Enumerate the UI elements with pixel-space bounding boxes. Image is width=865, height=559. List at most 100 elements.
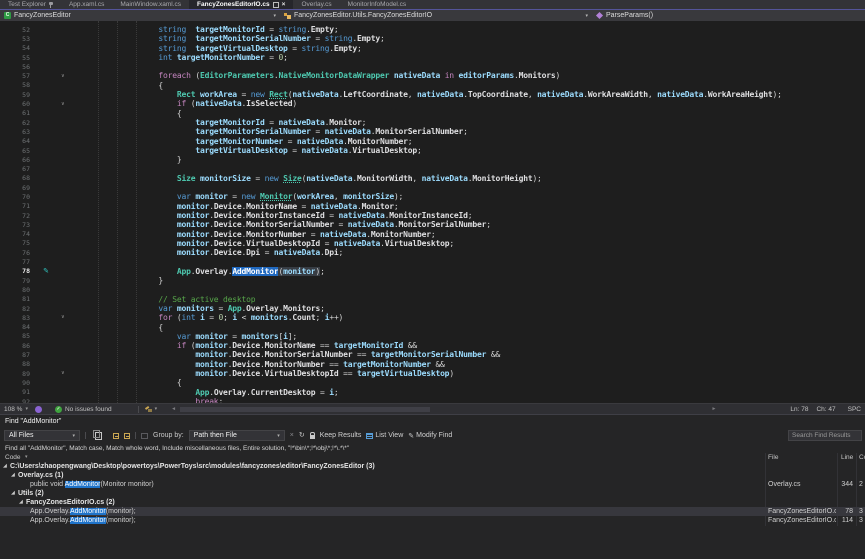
chevron-down-icon[interactable]: ▾ xyxy=(25,453,28,462)
modify-find-button[interactable]: ✎ Modify Find xyxy=(408,432,452,440)
fold-chevron-icon[interactable]: ∨ xyxy=(57,102,77,107)
fold-chevron-icon[interactable]: ∨ xyxy=(57,315,77,320)
code-line: 75 monitor.Device.VirtualDesktopId = nat… xyxy=(0,239,865,248)
document-tab-overlay-cs[interactable]: Overlay.cs xyxy=(293,0,339,9)
group-by-value: Path then File xyxy=(194,432,237,439)
code-text: Size monitorSize = new Size(nativeData.M… xyxy=(77,174,542,183)
result-group-row[interactable]: ◢C:\Users\zhaopengwang\Desktop\powertoys… xyxy=(0,462,865,471)
result-match-row[interactable]: public void AddMonitor(Monitor monitor)O… xyxy=(0,480,865,489)
chevron-down-icon[interactable]: ▾ xyxy=(273,13,276,19)
chevron-down-icon[interactable]: ▾ xyxy=(585,13,588,19)
line-number: 61 xyxy=(0,109,35,117)
document-health-icon[interactable] xyxy=(35,406,42,413)
tree-expanded-icon[interactable]: ◢ xyxy=(19,498,23,507)
code-text: foreach (EditorParameters.NativeMonitorD… xyxy=(77,71,560,80)
code-text: if (monitor.Device.MonitorName == target… xyxy=(77,341,417,350)
pin-icon[interactable] xyxy=(49,2,53,8)
document-tab-monitorinfomodel-cs[interactable]: MonitorInfoModel.cs xyxy=(340,0,415,9)
code-line: 53 string targetMonitorSerialNumber = st… xyxy=(0,34,865,43)
line-number: 67 xyxy=(0,165,35,173)
preserve-case-icon[interactable] xyxy=(141,433,148,439)
code-line: 60∨ if (nativeData.IsSelected) xyxy=(0,99,865,108)
horizontal-scrollbar[interactable] xyxy=(178,405,709,414)
line-number: 82 xyxy=(0,305,35,313)
divider xyxy=(85,432,86,439)
code-line: 79 } xyxy=(0,276,865,285)
scroll-right-icon[interactable]: ► xyxy=(711,406,716,412)
code-text: targetMonitorSerialNumber = nativeData.M… xyxy=(77,127,468,136)
find-summary: Find all "AddMonitor", Match case, Match… xyxy=(0,444,865,453)
member-dropdown[interactable]: ParseParams() xyxy=(592,10,865,21)
tab-label: Overlay.cs xyxy=(301,1,331,8)
scroll-left-icon[interactable]: ◄ xyxy=(171,406,176,412)
line-number: 91 xyxy=(0,388,35,396)
list-view-button[interactable]: List View xyxy=(366,432,403,439)
code-line: 58 { xyxy=(0,81,865,90)
line-number: 55 xyxy=(0,54,35,62)
clear-results-icon[interactable]: × xyxy=(290,432,294,439)
fold-chevron-icon[interactable]: ∨ xyxy=(57,74,77,79)
search-find-results-input[interactable] xyxy=(788,430,862,441)
document-tab-test-explorer[interactable]: Test Explorer xyxy=(0,0,61,9)
code-text: { xyxy=(77,81,163,90)
code-text: } xyxy=(77,276,163,285)
match-col: 3 xyxy=(859,516,865,525)
health-status[interactable]: No issues found xyxy=(65,406,112,413)
project-dropdown[interactable]: C FancyZonesEditor ▾ xyxy=(0,10,280,21)
column-header-file[interactable]: File xyxy=(768,453,778,462)
code-line: 74 monitor.Device.MonitorNumber = native… xyxy=(0,230,865,239)
result-group-row[interactable]: ◢Utils (2) xyxy=(0,489,865,498)
code-text: var monitors = App.Overlay.Monitors; xyxy=(77,304,325,313)
expand-all-icon[interactable] xyxy=(124,433,130,439)
result-match-row[interactable]: App.Overlay.AddMonitor(monitor);FancyZon… xyxy=(0,516,865,525)
zoom-level[interactable]: 108 % xyxy=(4,406,22,413)
tree-expanded-icon[interactable]: ◢ xyxy=(3,462,7,471)
code-text: var monitor = new Monitor(workArea, moni… xyxy=(77,192,403,201)
code-line: 57∨ foreach (EditorParameters.NativeMoni… xyxy=(0,71,865,80)
code-text: string targetMonitorId = string.Empty; xyxy=(77,25,339,34)
document-tab-mainwindow-xaml-cs[interactable]: MainWindow.xaml.cs xyxy=(112,0,189,9)
column-indicator: Ch: 47 xyxy=(816,406,835,413)
zoom-dropdown-icon[interactable]: ▾ xyxy=(25,406,28,412)
member-name: ParseParams() xyxy=(606,12,653,19)
collapse-all-icon[interactable] xyxy=(113,433,119,439)
document-tab-fancyzoneseditorio-cs[interactable]: FancyZonesEditorIO.cs× xyxy=(189,0,293,9)
code-line: 71 monitor.Device.MonitorName = nativeDa… xyxy=(0,202,865,211)
lock-icon[interactable] xyxy=(310,435,315,439)
tree-expanded-icon[interactable]: ◢ xyxy=(11,471,15,480)
match-highlight: AddMonitor xyxy=(70,517,106,524)
type-dropdown[interactable]: FancyZonesEditor.Utils.FancyZonesEditorI… xyxy=(280,10,592,21)
scope-dropdown[interactable]: All Files ▾ xyxy=(4,430,80,441)
code-cleanup-icon[interactable] xyxy=(145,407,152,412)
close-icon[interactable]: × xyxy=(282,2,286,8)
code-line: 64 targetMonitorNumber = nativeData.Moni… xyxy=(0,137,865,146)
line-number: 79 xyxy=(0,277,35,285)
column-header-code[interactable]: Code xyxy=(5,453,21,462)
keep-results-button[interactable]: Keep Results xyxy=(320,432,362,439)
document-tab-app-xaml-cs[interactable]: App.xaml.cs xyxy=(61,0,112,9)
tab-label: MonitorInfoModel.cs xyxy=(348,1,407,8)
code-cleanup-dropdown-icon[interactable]: ▾ xyxy=(155,406,158,412)
group-by-dropdown[interactable]: Path then File ▾ xyxy=(189,430,285,441)
column-header-col[interactable]: Col xyxy=(859,453,865,462)
code-line: 62 targetMonitorId = nativeData.Monitor; xyxy=(0,118,865,127)
code-line: 84 { xyxy=(0,323,865,332)
line-number: 74 xyxy=(0,230,35,238)
scrollbar-thumb[interactable] xyxy=(180,407,430,412)
line-number: 84 xyxy=(0,323,35,331)
code-editor[interactable]: 52 string targetMonitorId = string.Empty… xyxy=(0,21,865,403)
line-number: 65 xyxy=(0,147,35,155)
result-group-row[interactable]: ◢FancyZonesEditorIO.cs (2) xyxy=(0,498,865,507)
tree-expanded-icon[interactable]: ◢ xyxy=(11,489,15,498)
result-group-row[interactable]: ◢Overlay.cs (1) xyxy=(0,471,865,480)
code-line: 90 { xyxy=(0,378,865,387)
line-number: 66 xyxy=(0,156,35,164)
project-name: FancyZonesEditor xyxy=(14,12,71,19)
line-number: 71 xyxy=(0,202,35,210)
fold-chevron-icon[interactable]: ∨ xyxy=(57,371,77,376)
result-match-row[interactable]: App.Overlay.AddMonitor(monitor);FancyZon… xyxy=(0,507,865,516)
line-number: 72 xyxy=(0,212,35,220)
copy-icon[interactable] xyxy=(95,432,102,440)
repeat-find-icon[interactable]: ↻ xyxy=(299,432,305,439)
column-header-line[interactable]: Line xyxy=(841,453,853,462)
